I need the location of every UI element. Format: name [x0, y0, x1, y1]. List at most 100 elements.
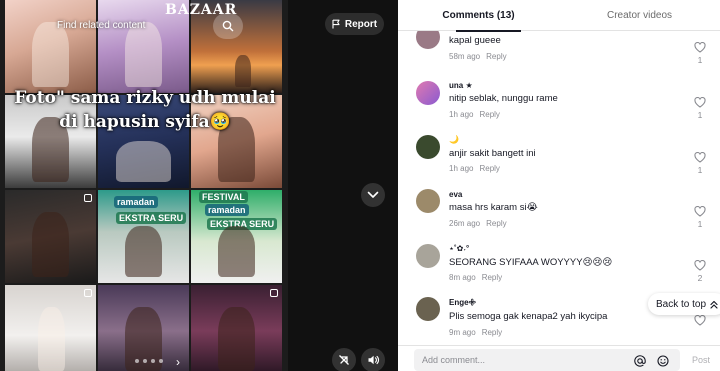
comment-time: 8m ago — [449, 273, 476, 282]
like-count: 1 — [697, 219, 703, 229]
photo-tile: FESTIVAL ramadan EKSTRA SERU — [191, 190, 282, 283]
app: ramadan EKSTRA SERU FESTIVAL ramadan EKS… — [0, 0, 720, 371]
comment-text: SEORANG SYIFAAA WOYYYY😢😢😢 — [449, 257, 613, 268]
comment-text: Plis semoga gak kenapa2 yah ikycipa — [449, 311, 608, 322]
comment-username[interactable]: ⋆˚✿˖° — [449, 244, 469, 253]
tile-label: EKSTRA SERU — [116, 212, 187, 224]
tile-label: ramadan — [205, 204, 249, 216]
double-chevron-up-icon — [710, 300, 718, 309]
video-player[interactable]: ramadan EKSTRA SERU FESTIVAL ramadan EKS… — [0, 0, 288, 371]
comment-meta: 9m ago Reply — [449, 328, 502, 337]
avatar[interactable] — [416, 81, 440, 105]
comment-meta: 58m ago Reply — [449, 52, 507, 61]
person-figure — [218, 307, 255, 371]
photo-tile — [5, 0, 96, 93]
comment-username[interactable]: Enge𖧷 — [449, 297, 476, 308]
tab-creator-videos[interactable]: Creator videos — [559, 0, 720, 31]
back-to-top-button[interactable]: Back to top — [648, 293, 720, 315]
comment-item: eva masa hrs karam si😭 26m ago Reply 1 — [398, 188, 720, 242]
comments-tabs: Comments (13) Creator videos — [398, 0, 720, 32]
person-figure — [32, 22, 69, 88]
flag-icon — [332, 19, 340, 29]
comment-time: 1h ago — [449, 164, 474, 173]
back-to-top-label: Back to top — [656, 298, 707, 310]
like-count: 1 — [697, 110, 703, 120]
like-count: 2 — [697, 273, 703, 283]
caption-line: Foto" sama rizky udh mulai — [14, 88, 276, 108]
comment-meta: 1h ago Reply — [449, 164, 500, 173]
avatar[interactable] — [416, 297, 440, 321]
person-figure — [116, 140, 171, 183]
comment-time: 26m ago — [449, 219, 481, 228]
comment-username[interactable]: 🌙 — [449, 135, 459, 144]
reply-button[interactable]: Reply — [486, 219, 506, 228]
speaker-icon — [368, 355, 379, 365]
comment-composer: Post — [398, 345, 720, 371]
comment-text: kapal gueee — [449, 35, 501, 46]
comment-item: milshakeey kapal gueee 58m ago Reply 1 — [398, 31, 720, 80]
person-figure — [218, 226, 255, 278]
reply-button[interactable]: Reply — [482, 273, 502, 282]
person-figure — [125, 22, 162, 88]
comments-panel: Comments (13) Creator videos milshakeey … — [398, 0, 720, 371]
comment-time: 9m ago — [449, 328, 476, 337]
video-caption: Foto" sama rizky udh mulai di hapusin sy… — [10, 86, 280, 134]
comment-meta: 26m ago Reply — [449, 219, 507, 228]
photo-tile: ramadan EKSTRA SERU — [98, 190, 189, 283]
comment-text: anjir sakit bangett ini — [449, 148, 536, 159]
mention-icon[interactable] — [634, 354, 646, 371]
photo-tile — [191, 285, 282, 371]
emoji-icon[interactable] — [657, 354, 669, 371]
comment-username[interactable]: milshakeey — [449, 31, 492, 32]
comment-item: una ★ nitip seblak, nunggu rame 1h ago Re… — [398, 79, 720, 133]
next-video-button[interactable] — [361, 183, 385, 207]
avatar[interactable] — [416, 135, 440, 159]
reply-button[interactable]: Reply — [479, 164, 499, 173]
reply-button[interactable]: Reply — [486, 52, 506, 61]
chevron-right-icon: › — [176, 355, 180, 369]
post-button[interactable]: Post — [692, 355, 710, 365]
avatar[interactable] — [416, 31, 440, 49]
comment-username[interactable]: eva — [449, 190, 462, 199]
avatar[interactable] — [416, 189, 440, 213]
person-figure — [32, 212, 69, 278]
comment-text: nitip seblak, nunggu rame — [449, 93, 558, 104]
avatar[interactable] — [416, 244, 440, 268]
person-figure — [234, 54, 252, 88]
comment-time: 1h ago — [449, 110, 474, 119]
multi-photo-icon — [270, 289, 278, 297]
comment-item: 🌙 anjir sakit bangett ini 1h ago Reply 1 — [398, 133, 720, 187]
find-related-content-text: Find related content — [57, 20, 146, 31]
tile-label: ramadan — [114, 196, 158, 208]
report-button[interactable]: Report — [325, 13, 384, 35]
chevron-down-icon — [367, 191, 379, 198]
photo-tile — [5, 190, 96, 283]
comment-item: ⋆˚✿˖° SEORANG SYIFAAA WOYYYY😢😢😢 8m ago Re… — [398, 242, 720, 296]
multi-photo-icon — [84, 289, 92, 297]
multi-photo-icon — [84, 194, 92, 202]
tile-label: FESTIVAL — [199, 191, 248, 203]
comment-username[interactable]: una ★ — [449, 81, 473, 90]
search-icon — [213, 13, 243, 39]
volume-button[interactable] — [361, 348, 385, 371]
person-figure — [37, 307, 66, 371]
comment-meta: 8m ago Reply — [449, 273, 502, 282]
tab-comments[interactable]: Comments (13) — [398, 0, 559, 32]
caption-line: di hapusin syifa🥹 — [59, 112, 231, 132]
video-content-grid: ramadan EKSTRA SERU FESTIVAL ramadan EKS… — [5, 0, 288, 371]
video-pane: ramadan EKSTRA SERU FESTIVAL ramadan EKS… — [0, 0, 398, 371]
comment-meta: 1h ago Reply — [449, 110, 500, 119]
floating-player-button[interactable] — [332, 348, 356, 371]
heart-icon[interactable] — [693, 313, 707, 331]
comment-time: 58m ago — [449, 52, 481, 61]
comment-text: masa hrs karam si😭 — [449, 202, 538, 213]
reply-button[interactable]: Reply — [479, 110, 499, 119]
report-label: Report — [344, 18, 378, 30]
carousel-dots — [135, 359, 163, 363]
person-figure — [125, 226, 162, 278]
photo-tile — [5, 285, 96, 371]
pip-off-icon — [339, 355, 349, 365]
like-count: 1 — [697, 165, 703, 175]
like-count: 1 — [697, 55, 703, 65]
reply-button[interactable]: Reply — [482, 328, 502, 337]
